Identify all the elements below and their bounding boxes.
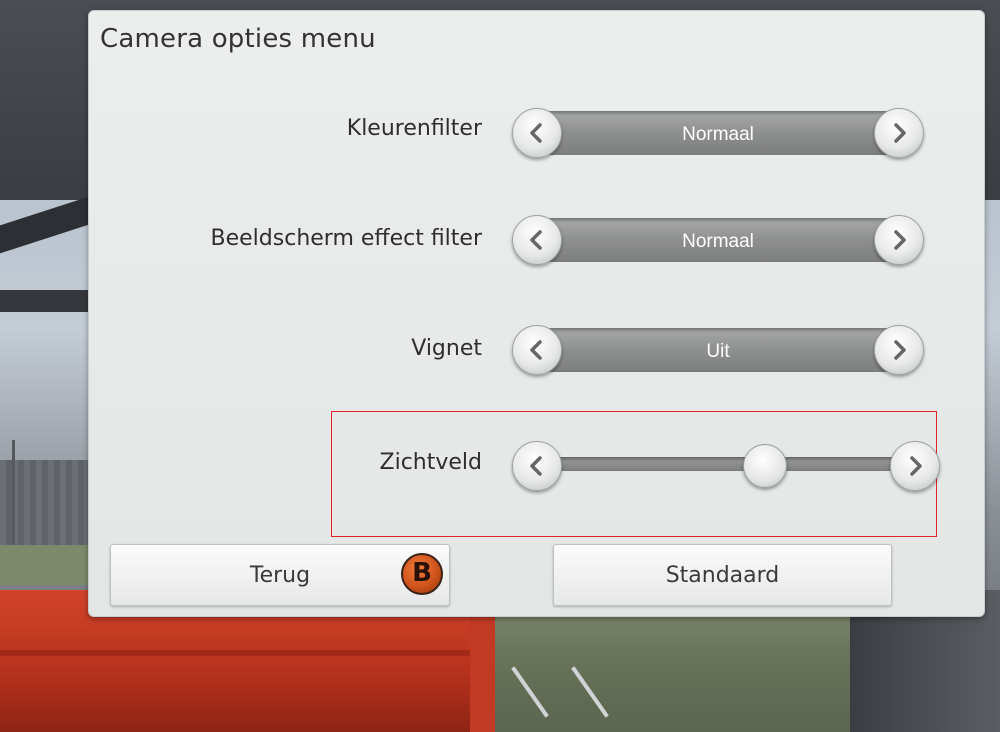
field-of-view-decrease-button[interactable] [512, 441, 562, 491]
chevron-left-icon [530, 230, 542, 250]
chevron-right-icon [894, 340, 906, 360]
chevron-left-icon [530, 123, 542, 143]
vignette-selector[interactable]: Uit [512, 325, 924, 375]
screen-effect-filter-label: Beeldscherm effect filter [210, 226, 482, 251]
screen-effect-filter-prev-button[interactable] [512, 215, 562, 265]
default-button[interactable]: Standaard [553, 544, 892, 606]
color-filter-prev-button[interactable] [512, 108, 562, 158]
vignette-prev-button[interactable] [512, 325, 562, 375]
selector-track: Uit [536, 328, 900, 372]
selector-track: Normaal [536, 218, 900, 262]
field-of-view-increase-button[interactable] [890, 441, 940, 491]
vignette-next-button[interactable] [874, 325, 924, 375]
screen-effect-filter-next-button[interactable] [874, 215, 924, 265]
default-button-label: Standaard [665, 563, 780, 588]
chevron-left-icon [530, 456, 542, 476]
chevron-left-icon [530, 340, 542, 360]
slider-track[interactable] [552, 457, 900, 471]
color-filter-value: Normaal [682, 124, 754, 145]
chevron-right-icon [910, 456, 922, 476]
back-button-label: Terug [249, 563, 311, 588]
back-button[interactable]: Terug B [110, 544, 450, 606]
dialog-title: Camera opties menu [100, 24, 376, 54]
vignette-label: Vignet [411, 336, 482, 361]
vignette-value: Uit [706, 341, 730, 362]
chevron-right-icon [894, 123, 906, 143]
screen-effect-filter-selector[interactable]: Normaal [512, 215, 924, 265]
gamepad-b-icon: B [401, 553, 443, 595]
steel-beam [0, 290, 95, 312]
field-of-view-slider[interactable] [512, 441, 940, 491]
grass [0, 545, 95, 585]
chevron-right-icon [894, 230, 906, 250]
color-filter-selector[interactable]: Normaal [512, 108, 924, 158]
color-filter-label: Kleurenfilter [346, 116, 482, 141]
color-filter-next-button[interactable] [874, 108, 924, 158]
field-of-view-label: Zichtveld [379, 450, 482, 475]
slider-knob[interactable] [743, 444, 788, 488]
truck-panel-line [0, 650, 495, 656]
selector-track: Normaal [536, 111, 900, 155]
screen-effect-filter-value: Normaal [682, 231, 754, 252]
